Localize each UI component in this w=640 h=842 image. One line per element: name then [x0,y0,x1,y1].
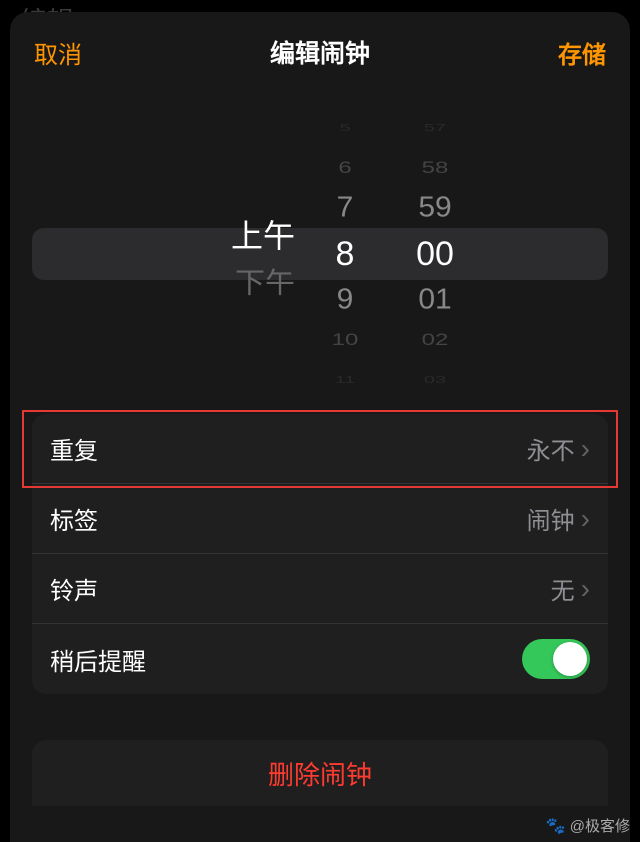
hour-opt: 6 [338,154,351,182]
row-repeat[interactable]: 重复 永不 › [32,414,608,484]
hour-opt: 5 [339,124,350,138]
repeat-value: 永不 [527,431,575,466]
minute-opt: 58 [422,154,449,182]
snooze-label: 稍后提醒 [50,642,146,677]
tag-value: 闹钟 [527,501,575,536]
hour-selected: 8 [336,228,355,280]
chevron-right-icon: › [581,503,590,535]
chevron-right-icon: › [581,573,590,605]
page-title: 编辑闹钟 [270,34,370,70]
row-label[interactable]: 标签 闹钟 › [32,484,608,554]
row-sound[interactable]: 铃声 无 › [32,554,608,624]
settings-list: 重复 永不 › 标签 闹钟 › 铃声 无 › 稍后提醒 [32,414,608,694]
watermark-text: @极客修 [570,815,630,836]
sound-label: 铃声 [50,571,98,606]
picker-col-minute[interactable]: 57 58 59 00 01 02 03 [385,124,485,384]
chevron-right-icon: › [581,433,590,465]
delete-alarm-button[interactable]: 删除闹钟 [32,740,608,806]
paw-icon: 🐾 [546,816,566,836]
minute-selected: 00 [416,228,454,280]
row-snooze: 稍后提醒 [32,624,608,694]
minute-opt: 57 [424,124,446,138]
save-button[interactable]: 存储 [558,35,606,70]
nav-bar: 取消 编辑闹钟 存储 [10,30,630,74]
ampm-selected: 上午 [231,208,295,260]
minute-opt: 59 [418,189,451,227]
snooze-toggle[interactable] [522,639,590,679]
minute-opt: 01 [418,281,451,319]
edit-alarm-sheet: 取消 编辑闹钟 存储 上午 下午 5 6 7 8 9 10 11 57 58 5… [10,12,630,842]
ampm-option-pm: 下午 [235,261,295,299]
hour-opt: 11 [335,370,356,384]
minute-opt: 02 [422,326,449,354]
hour-opt: 9 [337,281,354,319]
tag-label: 标签 [50,501,98,536]
picker-col-hour[interactable]: 5 6 7 8 9 10 11 [305,124,385,384]
time-picker[interactable]: 上午 下午 5 6 7 8 9 10 11 57 58 59 00 01 02 … [32,124,608,384]
hour-opt: 7 [337,189,354,227]
cancel-button[interactable]: 取消 [34,35,82,70]
toggle-knob [553,642,587,676]
repeat-label: 重复 [50,431,98,466]
watermark: 🐾 @极客修 [546,815,630,836]
minute-opt: 03 [424,370,446,384]
picker-col-ampm[interactable]: 上午 下午 [155,208,295,300]
sound-value: 无 [551,571,575,606]
hour-opt: 10 [332,326,359,354]
